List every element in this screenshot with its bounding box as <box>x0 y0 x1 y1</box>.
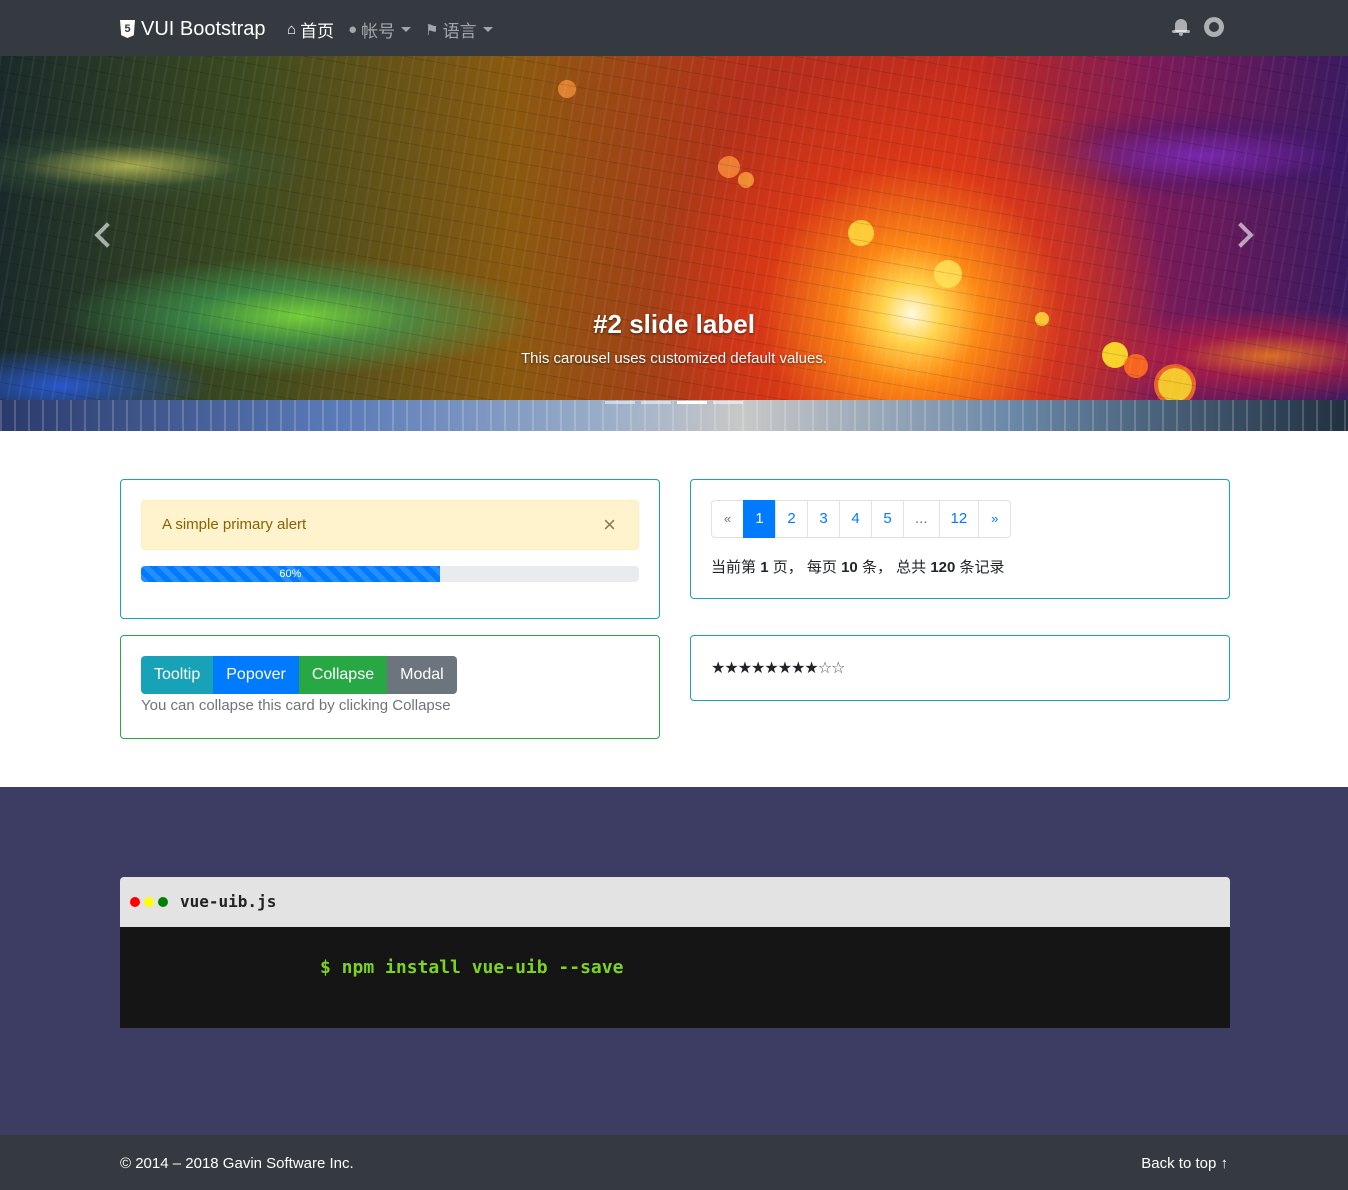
alert-card: A simple primary alert × 60% <box>120 479 660 619</box>
button-group: Tooltip Popover Collapse Modal <box>141 656 457 694</box>
home-icon: ⌂ <box>287 21 297 38</box>
install-command: $ npm install vue-uib --save <box>320 957 624 978</box>
page-info-total-label: 总共 <box>896 559 927 576</box>
footer: © 2014 – 2018 Gavin Software Inc. Back t… <box>0 1135 1348 1190</box>
close-icon[interactable]: × <box>603 501 616 549</box>
github-icon[interactable] <box>1204 17 1224 37</box>
tooltip-button[interactable]: Tooltip <box>141 656 214 694</box>
brand-link[interactable]: 5 VUI Bootstrap <box>120 16 266 42</box>
page-info-per-page-unit: 条， <box>861 559 892 576</box>
back-to-top-link[interactable]: Back to top ↑ <box>1141 1155 1228 1172</box>
carousel-indicator-active[interactable] <box>677 401 707 404</box>
carousel-caption-title: #2 slide label <box>593 309 755 339</box>
page-info-total: 120 <box>930 559 956 576</box>
carousel-indicator[interactable] <box>641 401 671 404</box>
progress-bar-fill: 60% <box>141 566 440 582</box>
popover-button[interactable]: Popover <box>213 656 299 694</box>
bell-icon[interactable] <box>1172 17 1190 37</box>
warning-alert: A simple primary alert × <box>141 500 639 550</box>
yellow-dot-icon <box>144 897 154 907</box>
carousel: #2 slide label This carousel uses custom… <box>0 56 1348 431</box>
copyright-text: © 2014 – 2018 Gavin Software Inc. <box>120 1155 354 1172</box>
caret-down-icon <box>482 27 493 32</box>
terminal-header: vue-uib.js <box>120 877 1230 927</box>
carousel-indicator[interactable] <box>605 401 635 404</box>
rating-card: ★★★★★★★★☆☆ <box>690 635 1230 701</box>
brand-text: VUI Bootstrap <box>141 17 266 40</box>
red-dot-icon <box>130 897 140 907</box>
page-info-current: 1 <box>760 559 769 576</box>
nav-home[interactable]: ⌂ 首页 <box>287 17 334 42</box>
page-button-1[interactable]: 1 <box>743 500 776 538</box>
nav-language-dropdown[interactable]: ⚑ 语言 <box>425 17 493 42</box>
user-icon: ● <box>348 21 358 38</box>
html5-icon: 5 <box>120 20 135 38</box>
page-button-2[interactable]: 2 <box>775 500 808 538</box>
carousel-caption: #2 slide label This carousel uses custom… <box>0 309 1348 367</box>
star-filled-icons: ★★★★★★★★ <box>711 658 819 677</box>
terminal-body: $ npm install vue-uib --save <box>120 927 1230 1028</box>
nav-home-label: 首页 <box>300 22 335 41</box>
page-info-per-page-label: 每页 <box>806 559 837 576</box>
navbar: 5 VUI Bootstrap ⌂ 首页 ● 帐号 ⚑ 语言 <box>0 0 1348 56</box>
pagination: « 1 2 3 4 5 ... 12 » <box>711 500 1012 538</box>
page-info: 当前第 1 页， 每页 10 条， 总共 120 条记录 <box>711 556 1005 577</box>
carousel-next-slide-strip <box>0 400 1348 431</box>
star-empty-icons: ☆☆ <box>817 658 846 677</box>
navbar-inner: 5 VUI Bootstrap ⌂ 首页 ● 帐号 ⚑ 语言 <box>120 0 1228 56</box>
carousel-indicators <box>605 401 749 404</box>
carousel-indicator[interactable] <box>713 401 743 404</box>
progress-bar-track: 60% <box>141 566 639 582</box>
caret-down-icon <box>401 27 412 32</box>
page-button-5[interactable]: 5 <box>871 500 904 538</box>
collapse-help-text: You can collapse this card by clicking C… <box>141 697 451 714</box>
nav-right <box>1172 17 1224 37</box>
page-button-3[interactable]: 3 <box>807 500 840 538</box>
terminal-title: vue-uib.js <box>180 892 277 911</box>
flag-icon: ⚑ <box>425 21 439 39</box>
star-rating[interactable]: ★★★★★★★★☆☆ <box>711 658 846 677</box>
buttons-card: Tooltip Popover Collapse Modal You can c… <box>120 635 660 739</box>
nav-links: ⌂ 首页 ● 帐号 ⚑ 语言 <box>287 17 507 42</box>
page-next-button[interactable]: » <box>978 500 1012 538</box>
page-prev-button[interactable]: « <box>711 500 744 538</box>
collapse-button[interactable]: Collapse <box>298 656 388 694</box>
page-button-4[interactable]: 4 <box>839 500 872 538</box>
install-section: vue-uib.js $ npm install vue-uib --save <box>0 787 1348 1135</box>
pagination-card: « 1 2 3 4 5 ... 12 » 当前第 1 页， 每页 10 条， 总… <box>690 479 1230 599</box>
page-info-page-unit: 页， <box>772 559 803 576</box>
page-info-prefix: 当前第 <box>711 559 757 576</box>
modal-button[interactable]: Modal <box>387 656 457 694</box>
nav-language-label: 语言 <box>442 22 477 41</box>
alert-text: A simple primary alert <box>162 516 307 533</box>
page-info-per-page: 10 <box>841 559 858 576</box>
green-dot-icon <box>158 897 168 907</box>
page-ellipsis[interactable]: ... <box>903 500 940 538</box>
page-info-total-unit: 条记录 <box>959 559 1005 576</box>
page-button-12[interactable]: 12 <box>938 500 980 538</box>
carousel-caption-text: This carousel uses customized default va… <box>521 350 827 367</box>
nav-account-label: 帐号 <box>361 22 396 41</box>
nav-account-dropdown[interactable]: ● 帐号 <box>348 17 412 42</box>
